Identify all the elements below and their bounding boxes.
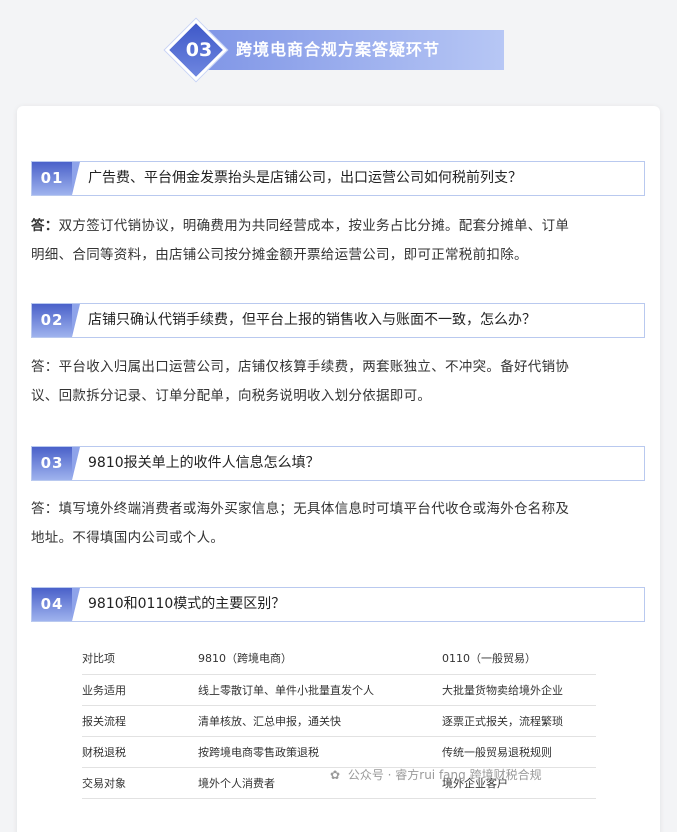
table-row: 财税退税 按跨境电商零售政策退税 传统一般贸易退税规则 xyxy=(82,736,596,768)
answer-03: 答：填写境外终端消费者或海外买家信息；无具体信息时可填平台代收仓或海外仓名称及 … xyxy=(31,495,645,553)
section-banner: 03 跨境电商合规方案答疑环节 xyxy=(164,18,504,82)
table-cell: 大批量货物卖给境外企业 xyxy=(442,674,596,706)
answer-line: 答：双方签订代销协议，明确费用为共同经营成本，按业务占比分摊。配套分摊单、订单 xyxy=(31,212,645,241)
table-cell: 财税退税 xyxy=(82,736,198,768)
table-header-row: 对比项 9810（跨境电商） 0110（一般贸易） xyxy=(82,643,596,675)
question-text: 9810报关单上的收件人信息怎么填？ xyxy=(88,455,320,471)
answer-line: 答：填写境外终端消费者或海外买家信息；无具体信息时可填平台代收仓或海外仓名称及 xyxy=(31,501,570,517)
number-tab-tail xyxy=(72,304,80,337)
answer-line: 答：平台收入归属出口运营公司，店铺仅核算手续费，两套账独立、不冲突。备好代销协 xyxy=(31,359,570,375)
question-number: 04 xyxy=(32,588,72,621)
table-cell: 9810（跨境电商） xyxy=(198,643,442,675)
number-tab-tail xyxy=(72,588,80,621)
answer-text: 双方签订代销协议，明确费用为共同经营成本，按业务占比分摊。配套分摊单、订单 xyxy=(58,218,570,234)
question-row-04: 04 9810和0110模式的主要区别？ xyxy=(31,587,645,622)
question-number: 01 xyxy=(32,162,72,195)
answer-line: 地址。不得填国内公司或个人。 xyxy=(31,530,225,546)
table-cell: 交易对象 xyxy=(82,767,198,799)
wechat-icon: ✿ xyxy=(330,768,341,782)
table-cell: 清单核放、汇总申报，通关快 xyxy=(198,705,442,737)
banner-number: 03 xyxy=(185,39,213,61)
question-text: 店铺只确认代销手续费，但平台上报的销售收入与账面不一致，怎么办？ xyxy=(88,312,536,328)
question-row-02: 02 店铺只确认代销手续费，但平台上报的销售收入与账面不一致，怎么办？ xyxy=(31,303,645,338)
question-number: 02 xyxy=(32,304,72,337)
question-number: 03 xyxy=(32,447,72,480)
answer-prefix: 答： xyxy=(31,218,59,234)
table-row: 业务适用 线上零散订单、单件小批量直发个人 大批量货物卖给境外企业 xyxy=(82,674,596,706)
number-tab-tail xyxy=(72,162,80,195)
table-cell: 线上零散订单、单件小批量直发个人 xyxy=(198,674,442,706)
table-cell: 0110（一般贸易） xyxy=(442,643,596,675)
table-cell: 逐票正式报关，流程繁琐 xyxy=(442,705,596,737)
question-row-03: 03 9810报关单上的收件人信息怎么填？ xyxy=(31,446,645,481)
answer-01: 答：双方签订代销协议，明确费用为共同经营成本，按业务占比分摊。配套分摊单、订单 … xyxy=(31,212,645,270)
watermark: ✿ 公众号 · 睿方rui fang 跨境财税合规 xyxy=(330,766,542,783)
table-cell: 传统一般贸易退税规则 xyxy=(442,736,596,768)
watermark-text: 公众号 · 睿方rui fang 跨境财税合规 xyxy=(347,768,542,782)
question-text: 广告费、平台佣金发票抬头是店铺公司，出口运营公司如何税前列支？ xyxy=(88,170,522,186)
table-row: 报关流程 清单核放、汇总申报，通关快 逐票正式报关，流程繁琐 xyxy=(82,705,596,737)
number-tab-tail xyxy=(72,447,80,480)
question-text: 9810和0110模式的主要区别？ xyxy=(88,596,286,612)
banner-title: 跨境电商合规方案答疑环节 xyxy=(236,40,441,59)
table-cell: 按跨境电商零售政策退税 xyxy=(198,736,442,768)
table-cell: 业务适用 xyxy=(82,674,198,706)
answer-line: 明细、合同等资料，由店铺公司按分摊金额开票给运营公司，即可正常税前扣除。 xyxy=(31,247,528,263)
answer-line: 议、回款拆分记录、订单分配单，向税务说明收入划分依据即可。 xyxy=(31,388,432,404)
table-cell: 对比项 xyxy=(82,643,198,675)
question-row-01: 01 广告费、平台佣金发票抬头是店铺公司，出口运营公司如何税前列支？ xyxy=(31,161,645,196)
answer-02: 答：平台收入归属出口运营公司，店铺仅核算手续费，两套账独立、不冲突。备好代销协 … xyxy=(31,353,645,411)
table-cell: 报关流程 xyxy=(82,705,198,737)
